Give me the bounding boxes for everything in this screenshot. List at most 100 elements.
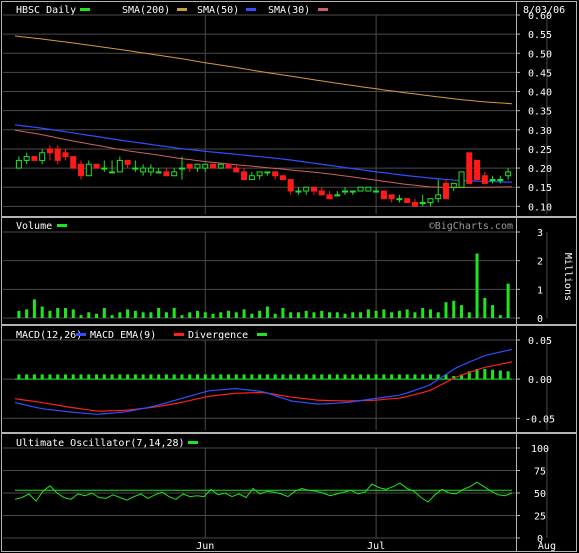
macd-histogram-bar: [359, 374, 363, 380]
candle: [287, 179, 294, 195]
candle: [458, 171, 465, 188]
volume-bar: [32, 299, 36, 318]
price-axis-tick-label: 0.10: [528, 202, 552, 213]
candle: [15, 156, 22, 169]
month-label: Jun: [196, 541, 214, 552]
macd-histogram-bar: [203, 374, 207, 380]
candle-body: [140, 167, 147, 173]
candle: [264, 171, 271, 176]
macd-histogram-bar: [110, 374, 114, 380]
candle-body: [132, 167, 139, 170]
volume-bar: [273, 313, 277, 318]
volume-bar: [219, 312, 223, 318]
sma30-legend-label: SMA(30): [268, 5, 310, 16]
macd-histogram-bar: [180, 374, 184, 380]
volume-bar: [195, 310, 199, 318]
histogram-legend-swatch: [257, 333, 267, 336]
macd-histogram-bar: [211, 374, 215, 380]
macd-histogram-bar: [506, 371, 510, 380]
candle: [39, 148, 46, 165]
candle-body: [342, 190, 349, 193]
candle-body: [178, 167, 185, 170]
candle-body: [39, 152, 46, 161]
price-header: HBSC Daily SMA(200) SMA(50) SMA(30) 8/03…: [16, 5, 565, 16]
candle: [481, 171, 488, 184]
candle-body: [233, 167, 240, 173]
candle: [62, 148, 69, 161]
candle-body: [163, 171, 170, 177]
volume-bar: [265, 306, 269, 318]
candle-body: [380, 190, 387, 200]
macd-histogram-bar: [227, 374, 231, 380]
candle-body: [85, 163, 92, 177]
uo-axis-tick-label: 100: [531, 444, 549, 455]
uo-legend-swatch: [188, 441, 198, 444]
candle-body: [466, 152, 473, 184]
macd-histogram-bar: [87, 374, 91, 380]
macd-histogram-bar: [382, 374, 386, 380]
macd-histogram-bar: [95, 374, 99, 380]
macd-histogram-bar: [17, 374, 21, 380]
volume-bar: [234, 312, 238, 318]
volume-bar: [126, 309, 130, 318]
volume-axis-tick-label: 3: [537, 228, 543, 239]
macd-histogram-bar: [428, 374, 432, 380]
volume-bar: [71, 309, 75, 318]
candle: [85, 160, 92, 177]
candle: [442, 179, 449, 200]
candle-body: [116, 159, 123, 173]
macd-histogram-bar: [289, 374, 293, 380]
price-axis-tick-label: 0.55: [528, 30, 552, 41]
volume-bar: [25, 309, 29, 318]
volume-bar: [374, 310, 378, 318]
volume-bar: [258, 310, 262, 318]
candle: [295, 187, 302, 195]
candle: [163, 168, 170, 177]
volume-bar: [87, 312, 91, 318]
candle: [171, 168, 178, 177]
macd-histogram-bar: [328, 374, 332, 380]
candle: [365, 186, 372, 192]
volume-bar: [397, 310, 401, 318]
volume-bar: [320, 310, 324, 318]
candle-body: [124, 159, 131, 165]
volume-bar: [102, 307, 106, 318]
volume-bar: [475, 253, 479, 318]
volume-bar: [436, 312, 440, 318]
candle: [70, 156, 77, 169]
uo-axis-tick-label: 75: [534, 467, 546, 478]
volume-bar: [211, 313, 215, 318]
macd-histogram-bar: [126, 374, 130, 380]
volume-title: Volume: [16, 221, 52, 232]
candle: [342, 187, 349, 195]
volume-bar: [343, 313, 347, 318]
macd-histogram-bar: [405, 374, 409, 380]
macd-histogram-bar: [413, 374, 417, 380]
candle: [194, 163, 201, 172]
divergence-line: [14, 361, 513, 412]
candle: [310, 186, 317, 195]
macd-histogram-bar: [265, 374, 269, 380]
volume-bar: [491, 305, 495, 318]
macd-histogram-bar: [296, 374, 300, 380]
candle: [466, 152, 473, 184]
candle: [318, 187, 325, 196]
macd-histogram-bar: [483, 368, 487, 380]
candle: [78, 160, 85, 180]
candle-body: [357, 186, 364, 192]
volume-bar: [227, 310, 231, 318]
macd-histogram-bar: [141, 374, 145, 380]
price-legend-swatch: [80, 8, 90, 11]
watermark: ©BigCharts.com: [429, 221, 513, 232]
candle: [210, 163, 217, 169]
candle-body: [404, 198, 411, 204]
candle: [404, 198, 411, 204]
candle-body: [427, 198, 434, 204]
macd-histogram-bar: [164, 374, 168, 380]
macd-histogram-bar: [149, 374, 153, 380]
volume-axis-tick-label: 1: [537, 285, 543, 296]
price-axis-tick-label: 0.30: [528, 126, 552, 137]
candle: [279, 175, 286, 181]
volume-bar: [164, 312, 168, 318]
candle-body: [310, 186, 317, 192]
